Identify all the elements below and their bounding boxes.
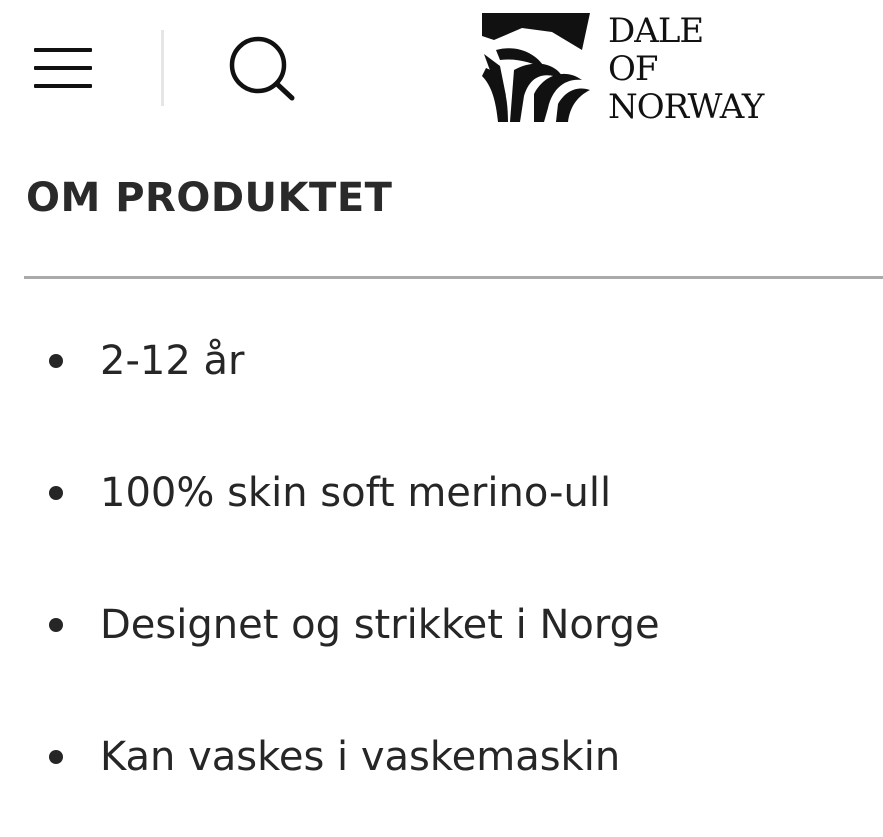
hamburger-menu-icon-bar-middle: [34, 66, 92, 70]
bullet-icon: [49, 354, 63, 368]
bullet-icon: [49, 618, 63, 632]
dale-of-norway-logo[interactable]: DALE OF NORWAY: [478, 10, 798, 130]
logo-line-1: DALE: [608, 11, 704, 51]
bullet-icon: [49, 486, 63, 500]
logo-wordmark: DALE OF NORWAY: [608, 11, 764, 127]
list-item: Kan vaskes i vaskemaskin: [0, 692, 883, 824]
hamburger-menu-icon-bar-top: [34, 48, 92, 52]
section-title: OM PRODUKTET: [26, 175, 393, 221]
bullet-icon: [49, 750, 63, 764]
feature-text: Kan vaskes i vaskemaskin: [100, 734, 621, 780]
site-header: DALE OF NORWAY: [0, 0, 883, 140]
list-item: Designet og strikket i Norge: [0, 560, 883, 692]
logo-mark-icon: [482, 13, 590, 122]
feature-list: 2-12 år 100% skin soft merino-ull Design…: [0, 296, 883, 824]
list-item: 2-12 år: [0, 296, 883, 428]
search-icon: [229, 36, 295, 101]
logo-line-2: OF: [608, 49, 658, 89]
list-item: 100% skin soft merino-ull: [0, 428, 883, 560]
header-divider: [161, 30, 164, 106]
search-button[interactable]: [222, 30, 302, 106]
feature-text: 100% skin soft merino-ull: [100, 470, 612, 516]
menu-button[interactable]: [24, 36, 102, 100]
logo-line-3: NORWAY: [608, 87, 764, 127]
section-divider: [24, 276, 883, 279]
feature-text: 2-12 år: [100, 338, 245, 384]
hamburger-menu-icon-bar-bottom: [34, 84, 92, 88]
feature-text: Designet og strikket i Norge: [100, 602, 660, 648]
